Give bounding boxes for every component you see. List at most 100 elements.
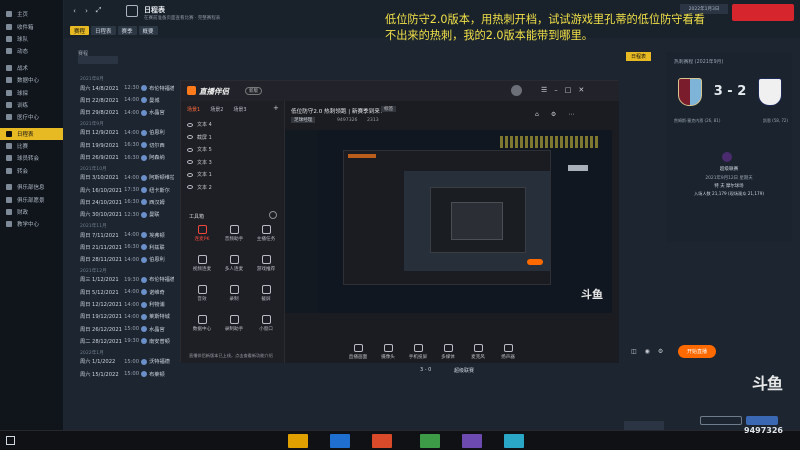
tab-scene-1[interactable]: 场景1 [187,106,200,113]
toolbox-item[interactable]: 录制 [219,285,249,307]
sidebar-item[interactable]: 主页 [0,8,63,20]
taskbar-app-3[interactable] [372,434,392,448]
sidebar-item[interactable]: 动态 [0,45,63,57]
taskbar-app-5[interactable] [462,434,482,448]
visibility-eye-icon[interactable] [187,185,193,189]
start-icon[interactable] [6,436,15,445]
user-avatar[interactable] [511,85,522,96]
viewer-count: 9497326 [744,426,783,435]
fullscreen-icon[interactable]: ⤢ [94,6,103,15]
source-item[interactable]: 文本 2 [187,182,279,193]
stream-preview: 斗鱼 [285,130,612,313]
more-icon[interactable]: ⋯ [568,111,574,118]
stream-title[interactable]: 低位防守2.0 热刺领跑 | 新赛季到来！ [291,107,385,115]
taskbar-app-2[interactable] [330,434,350,448]
source-item[interactable]: 文本 4 [187,119,279,130]
toolbox-item[interactable]: 小窗口 [251,315,281,337]
tab-schedule[interactable]: 赛程 [70,26,90,35]
toolbox-item[interactable]: 主播任务 [251,225,281,247]
taskbar [0,430,800,450]
sidebar-item[interactable]: 比赛 [0,140,63,152]
league-crest-icon [722,152,732,162]
toolbox-item[interactable]: 数据中心 [187,315,217,337]
douyu-watermark: 斗鱼 [752,374,783,393]
game-sidebar: 主页 收件箱 球队 动态战术数据中心 球探 训练 医疗中心日程表 比赛 球员转会 转会俱乐部信息俱… [0,0,64,430]
back-arrow-icon[interactable]: ‹ [70,6,79,15]
tab-season[interactable]: 赛季 [117,26,137,35]
toolbox-expand-icon[interactable] [269,211,277,219]
toolbox-item[interactable]: 视频连麦 [187,255,217,277]
taskbar-app-6[interactable] [504,434,524,448]
visibility-eye-icon[interactable] [187,160,193,164]
toolbox-item[interactable]: 音效 [187,285,217,307]
sidebar-item[interactable]: 收件箱 [0,20,63,32]
sidebar-item-label: 俱乐部信息 [17,185,45,192]
sidebar-item[interactable]: 俱乐部愿景 [0,193,63,205]
close-icon[interactable]: ✕ [578,86,584,94]
continue-button[interactable] [732,4,794,21]
sidebar-item[interactable]: 训练 [0,99,63,111]
add-scene-icon[interactable]: + [273,104,279,112]
tab-calendar[interactable]: 日程表 [91,26,116,35]
sidebar-item[interactable]: 医疗中心 [0,111,63,123]
sidebar-item[interactable]: 财政 [0,206,63,218]
share-icon[interactable]: ⌂ [535,111,539,118]
sidebar-item[interactable]: 教学中心 [0,218,63,230]
stream-category[interactable]: 足球经理 [291,117,316,123]
toolbox-item[interactable]: 音频助手 [219,225,249,247]
tab-overview[interactable]: 概要 [138,26,158,35]
bottom-tool[interactable]: 摄像头 [373,344,403,360]
stream-tag[interactable]: 标签 [381,106,397,112]
taskbar-app-4[interactable] [420,434,440,448]
tab-scene-3[interactable]: 场景3 [233,106,246,113]
go-to-match-button[interactable] [624,421,664,430]
bottom-tool[interactable]: 扬声器 [493,344,523,360]
source-item[interactable]: 文本 1 [187,169,279,180]
preview-nested-screen [404,171,550,271]
minimize-icon[interactable]: – [554,86,558,94]
toolbox-item[interactable]: 游戏推荐 [251,255,281,277]
source-item[interactable]: 文本 5 [187,144,279,155]
visibility-eye-icon[interactable] [187,135,193,139]
sidebar-item[interactable]: 战术 [0,62,63,74]
menu-icon[interactable]: ☰ [541,86,547,94]
settings-icon[interactable]: ⚙ [551,111,556,118]
start-stream-button[interactable]: 开始直播 [678,345,716,358]
bottom-tool[interactable]: 手机投屏 [403,344,433,360]
sidebar-item[interactable]: 数据中心 [0,74,63,86]
bottom-tool[interactable]: 多媒体 [433,344,463,360]
app-titlebar: 直播伴侣 新版 ☰ – □ ✕ [181,81,619,101]
visibility-eye-icon[interactable] [187,122,193,127]
taskbar-app-1[interactable] [288,434,308,448]
bottom-tool-icon [443,344,453,352]
bottom-tool[interactable]: 麦克风 [463,344,493,360]
tab-scene-2[interactable]: 场景2 [210,106,223,113]
gear-icon[interactable]: ⚙ [658,348,663,355]
sidebar-item[interactable]: 球队 [0,33,63,45]
visibility-eye-icon[interactable] [187,172,193,177]
source-item[interactable]: 截屏 1 [187,132,279,143]
result-score: 3 - 0 [420,367,432,373]
sidebar-item-label: 数据中心 [17,78,40,85]
camera-icon[interactable]: ◫ [631,348,637,355]
toolbox-item[interactable]: 多人连麦 [219,255,249,277]
history-button[interactable] [700,416,742,425]
toolbox-item[interactable]: 连麦PK [187,225,217,247]
visibility-eye-icon[interactable] [187,147,193,152]
tool-label: 数据中心 [192,327,212,332]
footer-notice[interactable]: 直播伴侣新版本已上线，点击查看新功能介绍 [189,353,273,359]
source-item[interactable]: 文本 3 [187,157,279,168]
eye-icon[interactable]: ◉ [645,348,650,355]
sidebar-item[interactable]: 球探 [0,86,63,98]
sidebar-item[interactable]: 球员转会 [0,152,63,164]
bottom-tool[interactable]: 直播画面 [343,344,373,360]
toolbox-item[interactable]: 截屏 [251,285,281,307]
maximize-icon[interactable]: □ [565,86,572,94]
forward-arrow-icon[interactable]: › [82,6,91,15]
sidebar-item[interactable]: 日程表 [0,127,63,140]
sidebar-item[interactable]: 转会 [0,165,63,177]
next-button[interactable] [746,416,778,425]
preview-score [568,165,588,171]
sidebar-item[interactable]: 俱乐部信息 [0,181,63,193]
toolbox-item[interactable]: 录制助手 [219,315,249,337]
